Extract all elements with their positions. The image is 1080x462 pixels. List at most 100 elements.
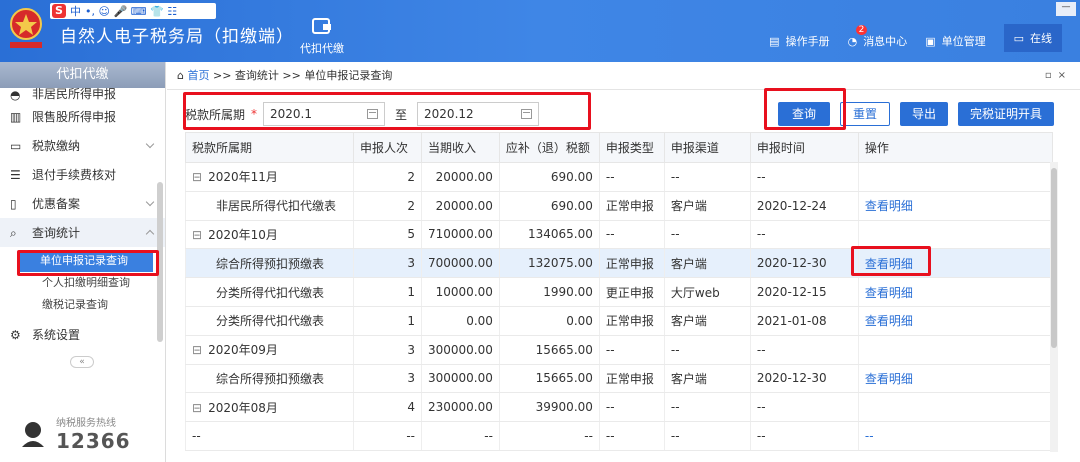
home-icon: ⌂	[177, 69, 184, 82]
ime-mode[interactable]: 中	[70, 3, 81, 19]
cell-op[interactable]: 查看明细	[857, 306, 1053, 336]
breadcrumb-home[interactable]: 首页	[187, 69, 209, 82]
col-channel[interactable]: 申报渠道	[663, 132, 751, 163]
table-row[interactable]: 分类所得代扣代缴表 1 10000.00 1990.00 更正申报 大厅web 2020-1…	[185, 277, 1053, 307]
cell-income: 300000.00	[421, 364, 500, 394]
cell-period: ⊟ 2020年11月	[185, 162, 354, 192]
col-time[interactable]: 申报时间	[749, 132, 859, 163]
cell-op-value[interactable]: 查看明细	[865, 286, 913, 300]
breadcrumb-query[interactable]: 查询统计	[235, 69, 279, 82]
hotline-label: 纳税服务热线	[56, 418, 116, 429]
cell-income: 230000.00	[421, 392, 500, 423]
table-row[interactable]: ⊟ 2020年09月 3 300000.00 15665.00 -- -- --	[185, 335, 1053, 365]
cell-tax: 15665.00	[498, 335, 600, 365]
export-button[interactable]: 导出	[899, 102, 948, 126]
table-row[interactable]: -- -- -- -- -- -- -- --	[185, 421, 1053, 451]
sidebar-header: 代扣代缴	[0, 62, 165, 88]
sidebar-item-query[interactable]: ⌕ 查询统计	[0, 218, 165, 247]
highlight-detail-link	[851, 246, 931, 276]
cell-tax: 134065.00	[498, 220, 600, 250]
scrollbar-thumb[interactable]	[1051, 168, 1057, 348]
table-row[interactable]: 综合所得预扣预缴表 3 300000.00 15665.00 正常申报 客户端 2020-1…	[185, 364, 1053, 394]
unit-manage-link[interactable]: ▣ 单位管理	[925, 33, 985, 49]
main-content: ⌂ 首页 >> 查询统计 >> 单位申报记录查询 ▫× 税款所属期 * 2020…	[17, 62, 1080, 462]
cell-channel: 客户端	[663, 364, 751, 394]
ime-extras[interactable]: •, ☺ 🎤 ⌨ 👕 ☷	[85, 5, 177, 18]
cell-op-value[interactable]: 查看明细	[865, 199, 913, 213]
collapse-tree-icon[interactable]: ⊟	[192, 228, 202, 242]
reset-button[interactable]: 重置	[839, 102, 890, 126]
cell-count: --	[353, 421, 422, 451]
col-tax[interactable]: 应补（退）税额	[498, 132, 600, 163]
cell-op	[857, 220, 1053, 250]
cell-channel-value: 客户端	[670, 199, 707, 214]
sidebar-item-nonresident[interactable]: ◓ 非居民所得申报	[0, 88, 165, 102]
table-row[interactable]: ⊟ 2020年10月 5 710000.00 134065.00 -- -- --	[185, 220, 1053, 250]
subitem-tax-paid-query[interactable]: 缴税记录查询	[0, 294, 165, 316]
cell-income: 710000.00	[421, 220, 500, 250]
collapse-tree-icon[interactable]: ⊟	[192, 343, 202, 357]
certificate-button[interactable]: 完税证明开具	[957, 102, 1054, 126]
breadcrumb: ⌂ 首页 >> 查询统计 >> 单位申报记录查询 ▫×	[167, 62, 1080, 90]
hotline-number: 12366	[56, 429, 131, 453]
cell-period: 分类所得代扣代缴表	[185, 277, 354, 307]
table-row[interactable]: ⊟ 2020年11月 2 20000.00 690.00 -- -- --	[185, 162, 1053, 192]
table-row[interactable]: ⊟ 2020年08月 4 230000.00 39900.00 -- -- --	[185, 392, 1053, 423]
sidebar-collapse-button[interactable]: «	[70, 356, 94, 368]
cell-time-value: 2021-01-08	[756, 313, 827, 328]
cell-count-value: 1	[407, 285, 415, 300]
sidebar-item-refund-check[interactable]: ☰ 退付手续费核对	[0, 160, 165, 189]
col-op: 操作	[857, 132, 1054, 163]
cell-op[interactable]: 查看明细	[857, 191, 1053, 221]
message-center-link[interactable]: ◔ 2 消息中心	[848, 25, 907, 49]
cell-income-value: 10000.00	[435, 285, 493, 300]
cell-type-value: --	[605, 429, 615, 444]
sidebar-item-settings[interactable]: ⚙ 系统设置	[0, 320, 165, 349]
sidebar-item-tax-payment[interactable]: ▭ 税款缴纳	[0, 131, 165, 160]
sidebar-item-preference[interactable]: ▯ 优惠备案	[0, 189, 165, 218]
collapse-tree-icon[interactable]: ⊟	[192, 401, 202, 415]
cell-count-value: 2	[407, 169, 415, 184]
table-row[interactable]: 非居民所得代扣代缴表 2 20000.00 690.00 正常申报 客户端 2020-12-…	[185, 191, 1053, 221]
table-scrollbar[interactable]	[1050, 162, 1058, 452]
col-type[interactable]: 申报类型	[598, 132, 665, 163]
cell-period: 综合所得预扣预缴表	[185, 364, 354, 394]
table-header: 税款所属期 申报人次 当期收入 应补（退）税额 申报类型 申报渠道 申报时间 操…	[185, 132, 1054, 163]
cell-period-value: 综合所得预扣预缴表	[216, 256, 325, 271]
tab-controls[interactable]: ▫×	[1045, 62, 1072, 90]
cell-count-value: 1	[407, 313, 415, 328]
cell-time-value: 2020-12-30	[756, 256, 827, 271]
cell-income: 700000.00	[421, 248, 500, 279]
cell-op[interactable]: 查看明细	[857, 277, 1053, 307]
cell-op[interactable]: 查看明细	[857, 364, 1053, 394]
cell-tax-value: 132075.00	[528, 256, 593, 271]
cell-income: 300000.00	[421, 335, 500, 365]
online-status[interactable]: ▭ 在线	[1003, 24, 1062, 52]
cell-op-value[interactable]: 查看明细	[865, 314, 913, 328]
ime-toolbar[interactable]: S 中 •, ☺ 🎤 ⌨ 👕 ☷	[50, 3, 216, 19]
sidebar-item-restricted-stock[interactable]: ▥ 限售股所得申报	[0, 102, 165, 131]
collapse-tree-icon[interactable]: ⊟	[192, 170, 202, 184]
cell-type-value: 正常申报	[605, 199, 654, 214]
chart-icon: ◓	[10, 88, 21, 102]
cell-channel-value: 客户端	[670, 371, 707, 386]
topnav-withholding[interactable]: 代扣代缴	[296, 16, 348, 56]
cell-type: 正常申报	[598, 248, 665, 279]
folder-icon: ▭	[10, 138, 22, 153]
cell-op	[857, 162, 1053, 192]
window-minimize-button[interactable]: —	[1056, 2, 1076, 16]
manual-link[interactable]: ▤ 操作手册	[769, 33, 829, 49]
cell-time-value: 2020-12-30	[756, 371, 827, 386]
col-period[interactable]: 税款所属期	[185, 132, 354, 163]
col-income[interactable]: 当期收入	[421, 132, 500, 163]
cell-op-value[interactable]: 查看明细	[865, 372, 913, 386]
cell-period-value: 2020年09月	[208, 343, 278, 358]
cell-count: 5	[353, 220, 422, 250]
cell-tax: 132075.00	[498, 248, 600, 279]
cell-income-value: 700000.00	[428, 256, 493, 271]
chevron-up-icon	[145, 229, 155, 239]
table-row[interactable]: 分类所得代扣代缴表 1 0.00 0.00 正常申报 客户端 2021-01-08 查看明细	[185, 306, 1053, 336]
cell-time: --	[749, 335, 859, 365]
cell-time-value: --	[756, 342, 766, 357]
col-count[interactable]: 申报人次	[353, 132, 422, 163]
